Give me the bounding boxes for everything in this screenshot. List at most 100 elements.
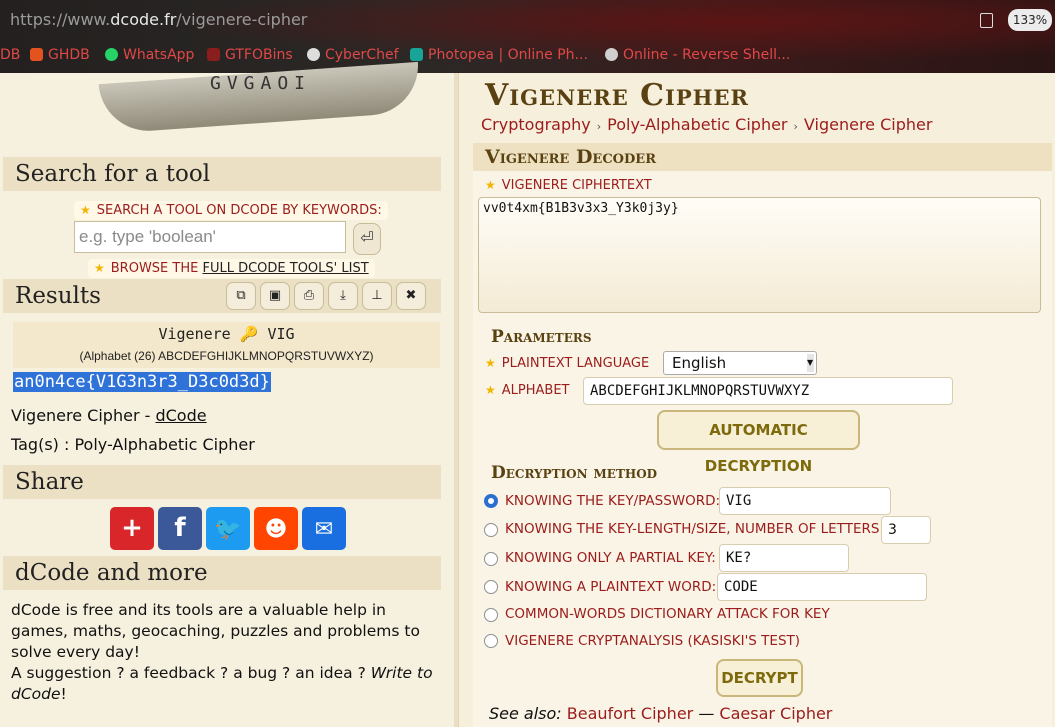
bookmark-photopea[interactable]: Photopea | Online Ph... <box>410 47 588 63</box>
radio-partial-key[interactable] <box>484 552 498 566</box>
search-section-heading: Search for a tool <box>3 157 441 191</box>
about-text: dCode is free and its tools are a valuab… <box>11 601 433 703</box>
known-key-label: KNOWING THE KEY/PASSWORD: <box>505 493 721 509</box>
see-also: See also: Beaufort Cipher — Caesar Ciphe… <box>489 704 833 723</box>
tool-credit: Vigenere Cipher - dCode <box>11 406 207 425</box>
breadcrumb-cryptography[interactable]: Cryptography <box>481 115 591 134</box>
cryptex-letters: GVGAOI <box>210 73 312 94</box>
gtfobins-icon <box>207 48 220 61</box>
plaintext-word-label: KNOWING A PLAINTEXT WORD: <box>505 579 717 595</box>
bookmark-gtfobins[interactable]: GTFOBins <box>207 47 293 63</box>
radio-dictionary-attack[interactable] <box>484 608 498 622</box>
browser-toolbar: https://www.dcode.fr/vigenere-cipher 133… <box>0 0 1055 73</box>
result-title: Vigenere 🔑 VIG <box>158 325 295 343</box>
chevron-right-icon: › <box>793 120 798 133</box>
bookmark-cyberchef[interactable]: CyberChef <box>307 47 399 63</box>
star-icon: ★ <box>485 356 496 370</box>
decoder-heading: Vigenere Decoder <box>473 143 1052 171</box>
ciphertext-label: ★ VIGENERE CIPHERTEXT <box>485 178 652 193</box>
breadcrumb-poly-alphabetic[interactable]: Poly-Alphabetic Cipher <box>607 115 787 134</box>
chevron-down-icon: ▼ <box>807 354 814 372</box>
language-label: ★ PLAINTEXT LANGUAGE <box>485 356 650 371</box>
partial-key-input[interactable]: KE? <box>719 544 849 572</box>
breadcrumb: Cryptography › Poly-Alphabetic Cipher › Vige… <box>481 115 932 134</box>
search-submit-button[interactable]: ⏎ <box>353 223 381 255</box>
email-icon: ✉ <box>314 517 334 542</box>
pin-button[interactable]: ⊥ <box>362 282 392 310</box>
url-text[interactable]: https://www.dcode.fr/vigenere-cipher <box>10 10 307 29</box>
reddit-icon: ☻ <box>264 517 288 542</box>
copy-button[interactable]: ⧉ <box>226 282 256 310</box>
dcode-link[interactable]: dCode <box>155 406 206 425</box>
facebook-icon: f <box>174 513 186 543</box>
tags-text: Tag(s) : Poly-Alphabetic Cipher <box>11 435 255 454</box>
star-icon: ★ <box>80 203 91 217</box>
key-input[interactable]: VIG <box>719 487 891 515</box>
enter-icon: ⏎ <box>360 228 374 247</box>
kasiski-label: VIGENERE CRYPTANALYSIS (KASISKI'S TEST) <box>505 633 801 649</box>
share-email-button[interactable]: ✉ <box>302 507 346 550</box>
decrypt-button[interactable]: DECRYPT <box>716 659 803 697</box>
automatic-decryption-button[interactable]: AUTOMATIC DECRYPTION <box>657 410 860 475</box>
result-alphabet: (Alphabet (26) ABCDEFGHIJKLMNOPQRSTUVWXY… <box>79 349 374 363</box>
share-reddit-button[interactable]: ☻ <box>254 507 298 550</box>
address-bar[interactable]: https://www.dcode.fr/vigenere-cipher 133… <box>0 4 1055 34</box>
bookmarks-bar: DB GHDB WhatsApp GTFOBins CyberChef Phot… <box>0 44 1055 68</box>
plaintext-word-input[interactable]: CODE <box>717 573 927 601</box>
plus-icon: + <box>121 513 143 543</box>
share-twitter-button[interactable]: 🐦 <box>206 507 250 550</box>
tool-search-input[interactable]: e.g. type 'boolean' <box>74 221 346 253</box>
browse-tools-link[interactable]: ★ BROWSE THE FULL DCODE TOOLS' LIST <box>88 259 375 278</box>
caesar-cipher-link[interactable]: Caesar Cipher <box>719 704 832 723</box>
parameters-heading: Parameters <box>491 327 592 347</box>
print-icon: ⎙ <box>303 288 315 303</box>
decoder-panel: Vigenere Decoder ★ VIGENERE CIPHERTEXT vv… <box>473 143 1052 727</box>
cyberchef-icon <box>307 48 320 61</box>
search-label: ★ SEARCH A TOOL ON DCODE BY KEYWORDS: <box>74 201 388 220</box>
language-select[interactable]: English ▼ <box>663 351 817 375</box>
radio-key-length[interactable] <box>484 523 498 537</box>
alphabet-input[interactable]: ABCDEFGHIJKLMNOPQRSTUVWXYZ <box>583 377 953 405</box>
dcode-logo[interactable]: GVGAOI <box>40 61 422 153</box>
share-section-heading: Share <box>3 465 441 499</box>
download-icon: ⤓ <box>340 288 346 303</box>
breadcrumb-vigenere[interactable]: Vigenere Cipher <box>804 115 933 134</box>
key-length-input[interactable]: 3 <box>881 516 931 544</box>
download-button[interactable]: ⤓ <box>328 282 358 310</box>
save-icon: ▣ <box>268 288 282 303</box>
share-facebook-button[interactable]: f <box>158 507 202 550</box>
partial-key-label: KNOWING ONLY A PARTIAL KEY: <box>505 550 716 566</box>
result-plaintext[interactable]: an0n4ce{V1G3n3r3_D3c0d3d} <box>13 372 271 392</box>
beaufort-cipher-link[interactable]: Beaufort Cipher <box>567 704 693 723</box>
alphabet-label: ★ ALPHABET <box>485 383 570 398</box>
main-content: Vigenere Cipher Cryptography › Poly-Alphab… <box>458 73 1055 727</box>
page-title: Vigenere Cipher <box>485 78 749 113</box>
radio-known-key[interactable] <box>484 494 498 508</box>
radio-kasiski[interactable] <box>484 634 498 648</box>
reader-view-icon[interactable] <box>980 13 993 28</box>
twitter-icon: 🐦 <box>214 517 242 542</box>
save-button[interactable]: ▣ <box>260 282 290 310</box>
bookmark-reverse-shell[interactable]: Online - Reverse Shell... <box>605 47 790 63</box>
star-icon: ★ <box>485 178 496 192</box>
star-icon: ★ <box>485 383 496 397</box>
ciphertext-textarea[interactable]: vv0t4xm{B1B3v3x3_Y3k0j3y} <box>478 197 1041 313</box>
bookmark-whatsapp[interactable]: WhatsApp <box>105 47 194 63</box>
close-results-button[interactable]: ✖ <box>396 282 426 310</box>
close-icon: ✖ <box>405 288 417 303</box>
zoom-level-badge[interactable]: 133% <box>1008 9 1052 31</box>
sidebar: GVGAOI Search for a tool ★ SEARCH A TOOL … <box>0 61 458 727</box>
pin-icon: ⊥ <box>371 288 383 303</box>
whatsapp-icon <box>105 48 118 61</box>
radio-plaintext-word[interactable] <box>484 580 498 594</box>
share-more-button[interactable]: + <box>110 507 154 550</box>
decryption-method-heading: Decryption method <box>491 463 658 483</box>
bookmark-ghdb[interactable]: GHDB <box>30 47 90 63</box>
dictionary-attack-label: COMMON-WORDS DICTIONARY ATTACK FOR KEY <box>505 606 830 622</box>
ghdb-icon <box>30 48 43 61</box>
skull-icon <box>605 48 618 61</box>
print-button[interactable]: ⎙ <box>294 282 324 310</box>
star-icon: ★ <box>94 261 105 275</box>
bookmark-db[interactable]: DB <box>0 47 20 63</box>
copy-icon: ⧉ <box>236 288 246 303</box>
